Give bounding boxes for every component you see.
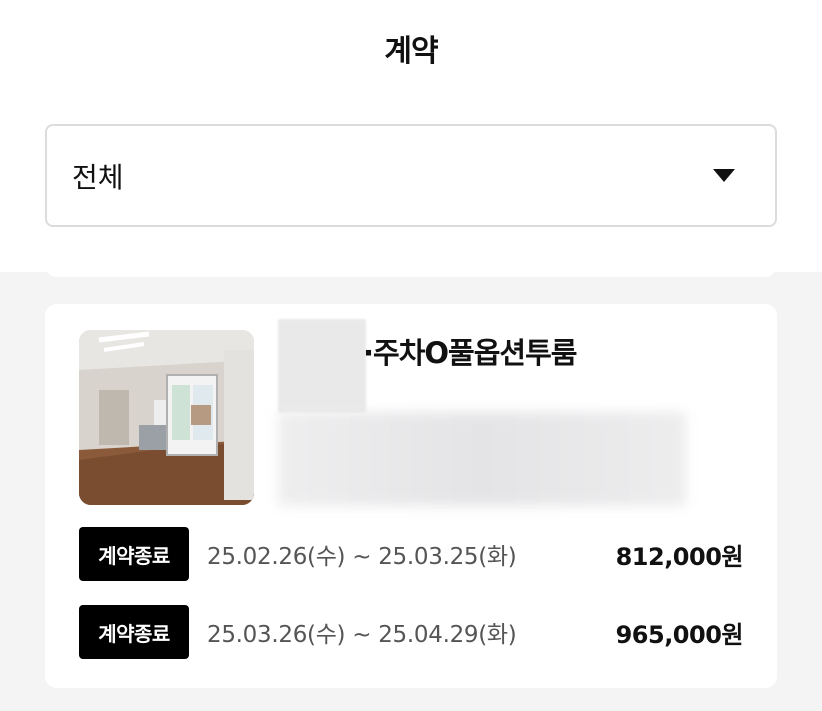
app-header: 계약 [0,0,822,100]
blurred-address-prefix [278,319,366,413]
status-badge: 계약종료 [79,605,189,659]
contract-period: 25.02.26(수) ~ 25.03.25(화) [207,544,517,570]
previous-card-edge [45,262,777,277]
contract-filter-dropdown[interactable]: 전체 [45,124,777,227]
blurred-address [278,412,686,506]
contract-card[interactable]: ·주차O풀옵션투룸 계약종료 25.02.26(수) ~ 25.03.25(화)… [45,304,777,688]
filter-selected-value: 전체 [72,160,124,194]
listing-photo [79,330,254,505]
contract-period: 25.03.26(수) ~ 25.04.29(화) [207,622,517,648]
status-badge: 계약종료 [79,527,189,581]
contract-row: 계약종료 25.03.26(수) ~ 25.04.29(화) 965,000원 [79,605,744,659]
caret-down-icon [713,169,735,182]
contract-row: 계약종료 25.02.26(수) ~ 25.03.25(화) 812,000원 [79,527,744,581]
listing-title: ·주차O풀옵션투룸 [363,336,577,370]
contract-amount: 812,000원 [615,542,744,571]
page-title: 계약 [384,34,438,69]
contract-amount: 965,000원 [615,620,744,649]
